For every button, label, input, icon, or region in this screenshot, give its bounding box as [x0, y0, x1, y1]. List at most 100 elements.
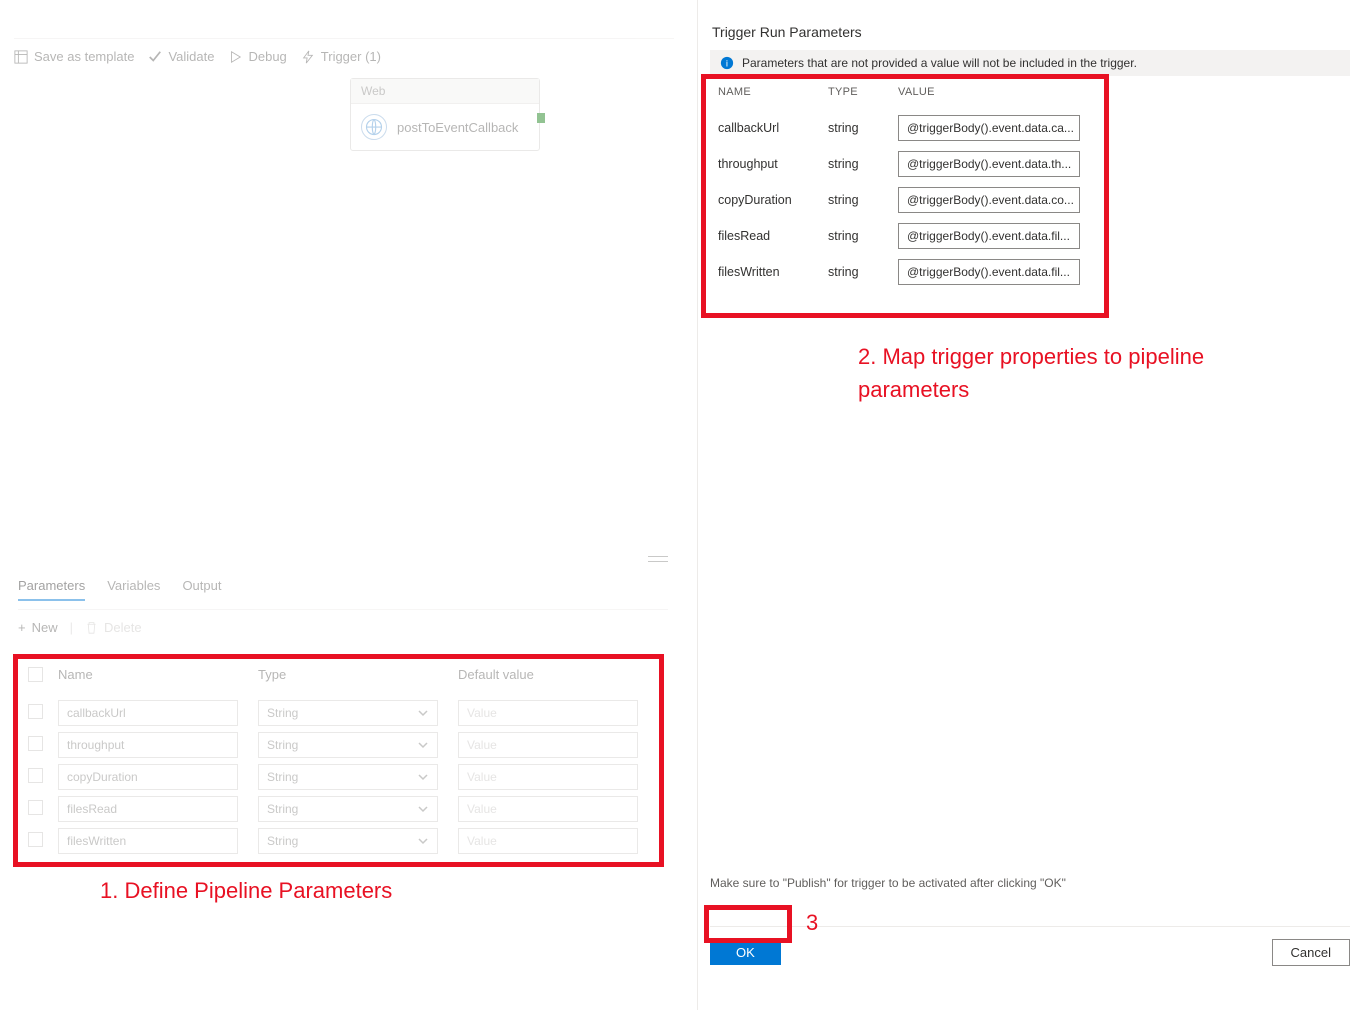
col-default: Default value [458, 667, 658, 685]
trash-icon [85, 621, 98, 634]
trigger-param-row: copyDurationstring@triggerBody().event.d… [710, 182, 1350, 218]
tab-output[interactable]: Output [182, 578, 221, 601]
delete-label: Delete [104, 620, 142, 635]
splitter-handle[interactable] [648, 556, 668, 562]
play-icon [228, 50, 242, 64]
param-name-input[interactable]: throughput [58, 732, 238, 758]
param-default-input[interactable]: Value [458, 700, 638, 726]
trg-value-input[interactable]: @triggerBody().event.data.fil... [898, 259, 1080, 285]
new-param-button[interactable]: + New [18, 620, 58, 635]
lightning-icon [301, 50, 315, 64]
pipeline-toolbar: Save as template Validate Debug Trigger … [14, 38, 674, 64]
chevron-down-icon [417, 803, 429, 815]
separator: | [70, 620, 73, 635]
trigger-param-row: callbackUrlstring@triggerBody().event.da… [710, 110, 1350, 146]
publish-hint: Make sure to "Publish" for trigger to be… [710, 876, 1066, 890]
trg-type: string [828, 265, 898, 279]
web-activity-node[interactable]: Web postToEventCallback [350, 78, 540, 151]
trg-value-input[interactable]: @triggerBody().event.data.th... [898, 151, 1080, 177]
trigger-param-row: filesWrittenstring@triggerBody().event.d… [710, 254, 1350, 290]
trg-name: filesWritten [718, 265, 828, 279]
trg-col-type: TYPE [828, 86, 898, 98]
new-label: New [32, 620, 58, 635]
annotation-text-1: 1. Define Pipeline Parameters [100, 878, 392, 904]
bottom-tabs: Parameters Variables Output [18, 578, 668, 610]
info-icon: i [720, 56, 734, 70]
info-text: Parameters that are not provided a value… [742, 56, 1137, 70]
chevron-down-icon [417, 739, 429, 751]
plus-icon: + [18, 620, 26, 635]
param-default-input[interactable]: Value [458, 732, 638, 758]
chevron-down-icon [417, 771, 429, 783]
validate-button[interactable]: Validate [148, 49, 214, 64]
info-bar: i Parameters that are not provided a val… [710, 50, 1350, 76]
param-name-input[interactable]: callbackUrl [58, 700, 238, 726]
param-name-input[interactable]: filesWritten [58, 828, 238, 854]
trg-name: callbackUrl [718, 121, 828, 135]
trg-type: string [828, 157, 898, 171]
param-row: copyDuration String Value [24, 761, 661, 793]
trigger-params-panel: Trigger Run Parameters i Parameters that… [697, 0, 1368, 1010]
activity-success-indicator [537, 113, 545, 123]
trg-value-input[interactable]: @triggerBody().event.data.co... [898, 187, 1080, 213]
col-type: Type [258, 667, 458, 685]
globe-icon [361, 114, 387, 140]
row-checkbox[interactable] [28, 800, 43, 815]
svg-text:i: i [726, 59, 728, 70]
debug-button[interactable]: Debug [228, 49, 286, 64]
trg-value-input[interactable]: @triggerBody().event.data.ca... [898, 115, 1080, 141]
save-as-template-label: Save as template [34, 49, 134, 64]
ok-button[interactable]: OK [710, 940, 781, 965]
param-row: throughput String Value [24, 729, 661, 761]
select-all-checkbox[interactable] [28, 667, 43, 682]
param-type-select[interactable]: String [258, 732, 438, 758]
param-default-input[interactable]: Value [458, 764, 638, 790]
template-icon [14, 50, 28, 64]
trigger-button[interactable]: Trigger (1) [301, 49, 381, 64]
param-type-select[interactable]: String [258, 700, 438, 726]
validate-label: Validate [168, 49, 214, 64]
trg-name: filesRead [718, 229, 828, 243]
param-row: filesRead String Value [24, 793, 661, 825]
save-as-template-button[interactable]: Save as template [14, 49, 134, 64]
tab-variables[interactable]: Variables [107, 578, 160, 601]
params-subtoolbar: + New | Delete [18, 620, 142, 635]
row-checkbox[interactable] [28, 704, 43, 719]
debug-label: Debug [248, 49, 286, 64]
annotation-text-3: 3 [806, 910, 818, 936]
trigger-label: Trigger (1) [321, 49, 381, 64]
trg-col-name: NAME [718, 86, 828, 98]
param-name-input[interactable]: filesRead [58, 796, 238, 822]
trigger-params-table: NAME TYPE VALUE callbackUrlstring@trigge… [710, 74, 1350, 290]
tab-parameters[interactable]: Parameters [18, 578, 85, 601]
trg-col-value: VALUE [898, 86, 1342, 98]
panel-title: Trigger Run Parameters [712, 24, 862, 40]
annotation-text-2: 2. Map trigger properties to pipeline pa… [858, 340, 1228, 406]
param-name-input[interactable]: copyDuration [58, 764, 238, 790]
param-type-select[interactable]: String [258, 828, 438, 854]
param-row: filesWritten String Value [24, 825, 661, 857]
param-row: callbackUrl String Value [24, 697, 661, 729]
row-checkbox[interactable] [28, 832, 43, 847]
param-type-select[interactable]: String [258, 764, 438, 790]
trigger-param-row: throughputstring@triggerBody().event.dat… [710, 146, 1350, 182]
trg-type: string [828, 193, 898, 207]
param-default-input[interactable]: Value [458, 796, 638, 822]
activity-type-label: Web [351, 79, 539, 104]
trg-type: string [828, 121, 898, 135]
trigger-param-row: filesReadstring@triggerBody().event.data… [710, 218, 1350, 254]
trg-name: copyDuration [718, 193, 828, 207]
trg-name: throughput [718, 157, 828, 171]
row-checkbox[interactable] [28, 768, 43, 783]
pipeline-params-table: Name Type Default value callbackUrl Strin… [24, 657, 661, 857]
row-checkbox[interactable] [28, 736, 43, 751]
param-type-select[interactable]: String [258, 796, 438, 822]
param-default-input[interactable]: Value [458, 828, 638, 854]
col-name: Name [58, 667, 258, 685]
activity-name: postToEventCallback [397, 120, 518, 135]
chevron-down-icon [417, 707, 429, 719]
trg-value-input[interactable]: @triggerBody().event.data.fil... [898, 223, 1080, 249]
trg-type: string [828, 229, 898, 243]
delete-param-button[interactable]: Delete [85, 620, 142, 635]
cancel-button[interactable]: Cancel [1272, 939, 1350, 966]
